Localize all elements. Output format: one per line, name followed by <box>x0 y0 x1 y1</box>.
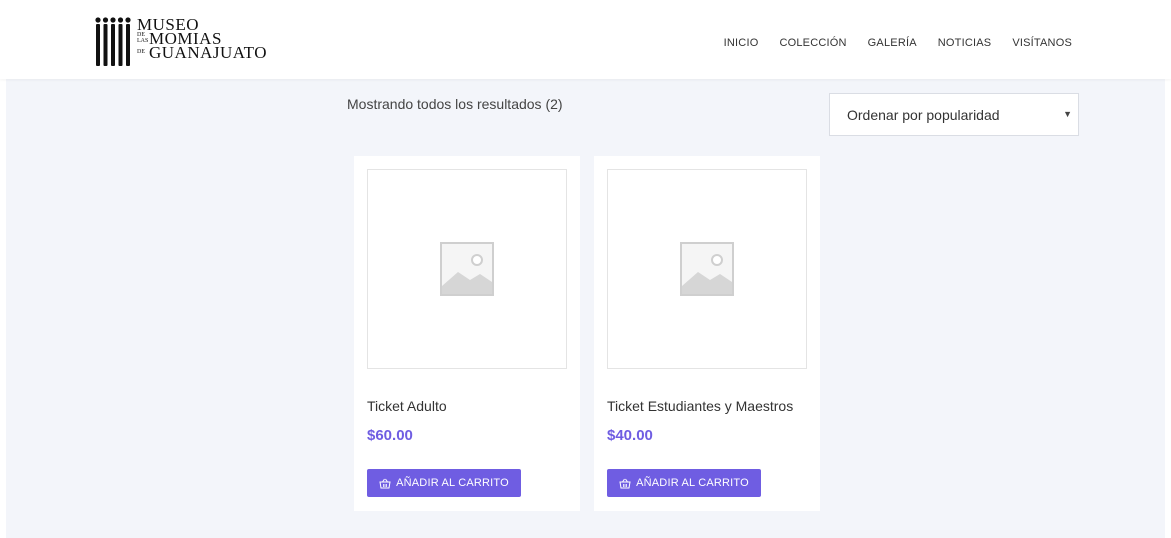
orderby-select[interactable]: Ordenar por popularidad ▼ <box>829 93 1079 136</box>
product-title[interactable]: Ticket Adulto <box>367 398 447 414</box>
product-image[interactable] <box>367 169 567 369</box>
logo-small-de-las: DE LAS <box>137 32 149 44</box>
site-logo[interactable]: MUSEO DE LAS MOMIAS DE GUANAJUATO <box>95 16 295 67</box>
image-placeholder-icon <box>680 242 734 296</box>
add-to-cart-label: AÑADIR AL CARRITO <box>396 477 509 489</box>
basket-icon <box>379 478 391 488</box>
image-placeholder-icon <box>440 242 494 296</box>
nav-item-inicio[interactable]: INICIO <box>724 37 759 49</box>
nav-item-visitanos[interactable]: VISÍTANOS <box>1012 37 1072 49</box>
product-card: Ticket Adulto $60.00 AÑADIR AL CARRITO <box>354 156 580 511</box>
product-price: $40.00 <box>607 427 653 444</box>
orderby-selected-value: Ordenar por popularidad <box>847 106 1000 123</box>
nav-item-galeria[interactable]: GALERÍA <box>868 37 917 49</box>
caret-down-icon: ▼ <box>1063 109 1072 119</box>
add-to-cart-button[interactable]: AÑADIR AL CARRITO <box>367 469 521 497</box>
main-nav: INICIO COLECCIÓN GALERÍA NOTICIAS VISÍTA… <box>724 37 1072 49</box>
logo-line-guanajuato: GUANAJUATO <box>149 42 268 62</box>
product-title[interactable]: Ticket Estudiantes y Maestros <box>607 398 793 414</box>
nav-item-coleccion[interactable]: COLECCIÓN <box>779 37 846 49</box>
product-card: Ticket Estudiantes y Maestros $40.00 AÑA… <box>594 156 820 511</box>
logo-wordmark: MUSEO DE LAS MOMIAS DE GUANAJUATO <box>137 16 268 62</box>
product-image[interactable] <box>607 169 807 369</box>
basket-icon <box>619 478 631 488</box>
shop-content-area <box>6 79 1165 538</box>
site-header: MUSEO DE LAS MOMIAS DE GUANAJUATO INICIO… <box>0 0 1171 79</box>
product-price: $60.00 <box>367 427 413 444</box>
result-count: Mostrando todos los resultados (2) <box>347 96 563 112</box>
mummy-figures-logo-icon <box>95 17 131 66</box>
nav-item-noticias[interactable]: NOTICIAS <box>938 37 992 49</box>
add-to-cart-button[interactable]: AÑADIR AL CARRITO <box>607 469 761 497</box>
logo-small-de: DE <box>137 49 145 55</box>
add-to-cart-label: AÑADIR AL CARRITO <box>636 477 749 489</box>
